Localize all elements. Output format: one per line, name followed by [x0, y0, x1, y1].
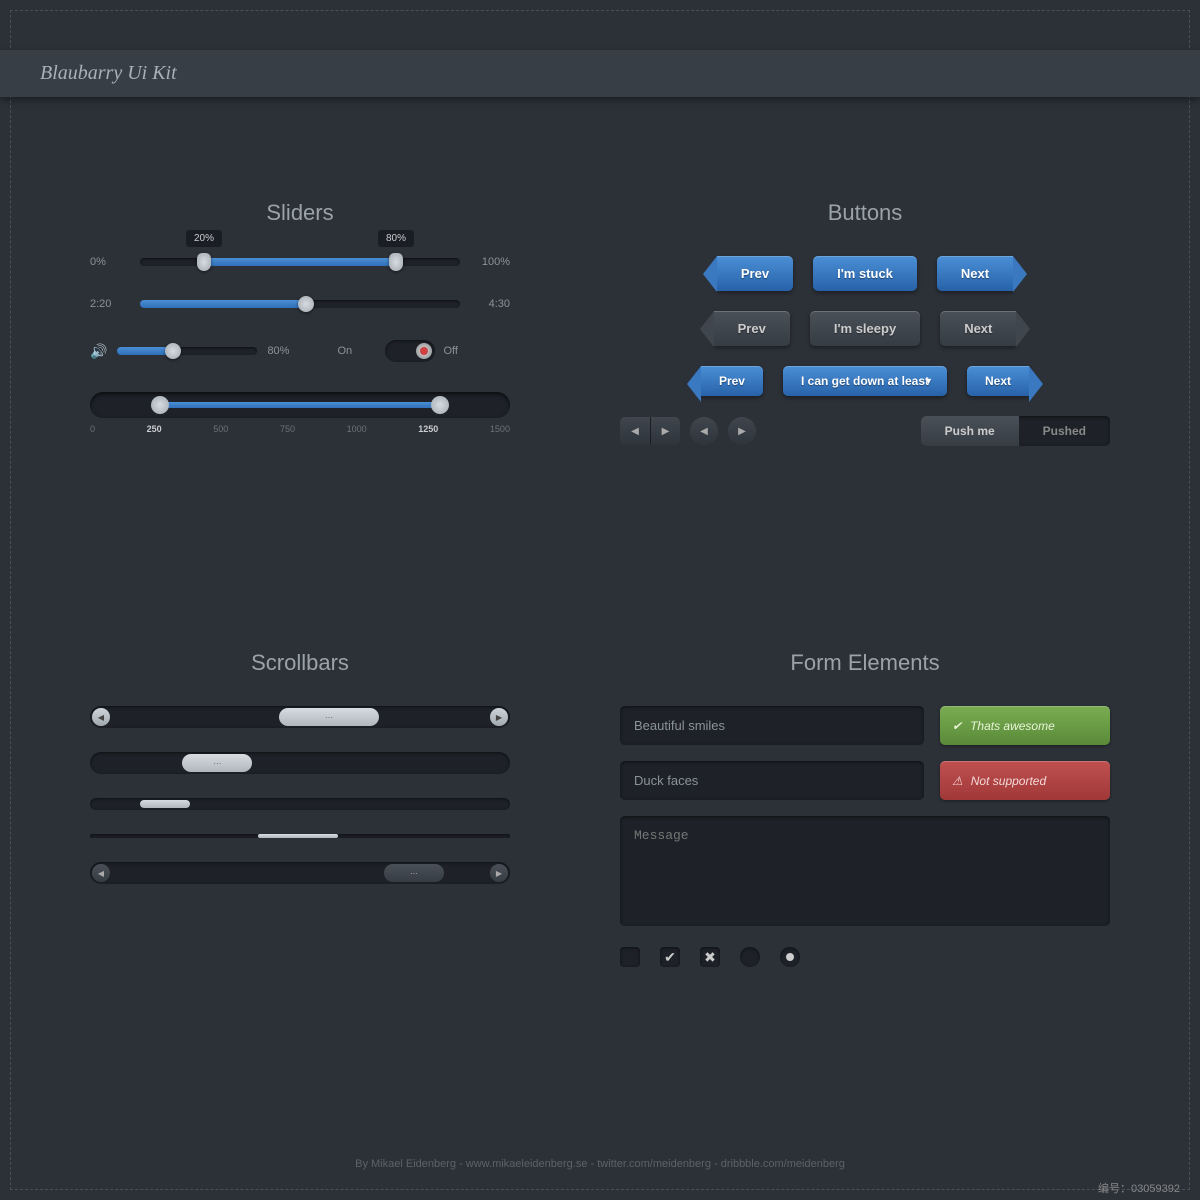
kit-title-banner: Blaubarry Ui Kit: [0, 50, 1200, 97]
radio-checked[interactable]: [780, 947, 800, 967]
sliders-heading: Sliders: [90, 200, 510, 226]
end-time: 4:30: [470, 298, 510, 310]
forms-section: Form Elements ✔ Thats awesome ⚠ Not supp…: [620, 650, 1110, 967]
buttons-section: Buttons Prev I'm stuck Next Prev I'm sle…: [620, 200, 1110, 446]
max-label: 100%: [470, 256, 510, 268]
progress-slider: 2:20 4:30: [90, 298, 510, 310]
volume-track[interactable]: [117, 347, 257, 355]
progress-track[interactable]: [140, 300, 460, 308]
scroll-right-icon[interactable]: ▶: [490, 864, 508, 882]
sliders-section: Sliders 0% 20% 80% 100% 2:20 4:30 🔊 80% …: [90, 200, 510, 434]
scroll-right-icon[interactable]: ▶: [490, 708, 508, 726]
scale-thumb-low[interactable]: [151, 396, 169, 414]
check-icon: ✔: [952, 719, 962, 733]
slider-thumb-low[interactable]: [197, 253, 211, 271]
buttons-heading: Buttons: [620, 200, 1110, 226]
credits-footer: By Mikael Eidenberg - www.mikaeleidenber…: [0, 1158, 1200, 1170]
dropdown-button[interactable]: I can get down at least: [783, 366, 947, 396]
prev-button-small[interactable]: Prev: [701, 366, 763, 396]
push-me-button[interactable]: Push me: [921, 416, 1019, 446]
prev-button-grey[interactable]: Prev: [714, 311, 790, 346]
meta-id: 03059392: [1131, 1183, 1180, 1195]
next-button-blue[interactable]: Next: [937, 256, 1013, 291]
scale-slider[interactable]: [90, 392, 510, 418]
scale-thumb-high[interactable]: [431, 396, 449, 414]
range-slider-percent: 0% 20% 80% 100%: [90, 256, 510, 268]
progress-thumb[interactable]: [298, 296, 314, 312]
scrollbar-3[interactable]: [90, 798, 510, 810]
slider-tooltip-high: 80%: [378, 230, 414, 247]
kit-title: Blaubarry Ui Kit: [40, 62, 177, 84]
slider-track[interactable]: 20% 80%: [140, 258, 460, 266]
nav-next-icon[interactable]: ▶: [650, 417, 680, 445]
meta-footer: 编号：03059392: [0, 1180, 1200, 1196]
scrollbar-thumb[interactable]: ⋯: [279, 708, 379, 726]
status-error: ⚠ Not supported: [940, 761, 1110, 800]
input-smiles[interactable]: [620, 706, 924, 745]
checkbox-cross[interactable]: ✖: [700, 947, 720, 967]
nav-row: ◀ ▶ ◀ ▶ Push me Pushed: [620, 416, 1110, 446]
scrollbar-1[interactable]: ◀ ⋯ ▶: [90, 706, 510, 728]
message-textarea[interactable]: [620, 816, 1110, 926]
volume-row: 🔊 80% On Off: [90, 340, 510, 362]
toggle-on-label: On: [337, 345, 377, 357]
status-text: Not supported: [971, 774, 1046, 788]
toggle-knob: [416, 343, 432, 359]
scrollbar-thumb[interactable]: [258, 834, 338, 838]
status-success: ✔ Thats awesome: [940, 706, 1110, 745]
scale-ticks: 0 250 500 750 1000 1250 1500: [90, 424, 510, 434]
warning-icon: ⚠: [952, 774, 963, 788]
checkbox-checked[interactable]: ✔: [660, 947, 680, 967]
next-button-grey[interactable]: Next: [940, 311, 1016, 346]
min-label: 0%: [90, 256, 130, 268]
scrollbar-thumb[interactable]: ⋯: [182, 754, 252, 772]
input-duck[interactable]: [620, 761, 924, 800]
scroll-left-icon[interactable]: ◀: [92, 864, 110, 882]
nav-prev-circle-icon[interactable]: ◀: [690, 417, 718, 445]
stuck-button[interactable]: I'm stuck: [813, 256, 917, 291]
prev-button-blue[interactable]: Prev: [717, 256, 793, 291]
nav-next-circle-icon[interactable]: ▶: [728, 417, 756, 445]
forms-heading: Form Elements: [620, 650, 1110, 676]
scrollbar-4[interactable]: [90, 834, 510, 838]
scrollbar-5[interactable]: ◀ ⋯ ▶: [90, 862, 510, 884]
toggle-button-group: Push me Pushed: [921, 416, 1110, 446]
scroll-left-icon[interactable]: ◀: [92, 708, 110, 726]
status-text: Thats awesome: [970, 719, 1055, 733]
stitch-border: [10, 10, 1190, 1190]
volume-thumb[interactable]: [165, 343, 181, 359]
scrollbars-heading: Scrollbars: [90, 650, 510, 676]
nav-pair-square: ◀ ▶: [620, 417, 680, 445]
slider-thumb-high[interactable]: [389, 253, 403, 271]
pushed-button[interactable]: Pushed: [1019, 416, 1110, 446]
sleepy-button[interactable]: I'm sleepy: [810, 311, 920, 346]
scrollbar-2[interactable]: ⋯: [90, 752, 510, 774]
scrollbars-section: Scrollbars ◀ ⋯ ▶ ⋯ ◀ ⋯ ▶: [90, 650, 510, 908]
slider-tooltip-low: 20%: [186, 230, 222, 247]
scrollbar-thumb[interactable]: [140, 800, 190, 808]
toggle-off-label: Off: [443, 345, 483, 357]
start-time: 2:20: [90, 298, 130, 310]
next-button-small[interactable]: Next: [967, 366, 1029, 396]
volume-value: 80%: [267, 345, 307, 357]
scrollbar-thumb[interactable]: ⋯: [384, 864, 444, 882]
radio-empty[interactable]: [740, 947, 760, 967]
nav-prev-icon[interactable]: ◀: [620, 417, 650, 445]
toggle-switch[interactable]: [385, 340, 435, 362]
speaker-icon: 🔊: [90, 343, 107, 360]
checkbox-empty[interactable]: [620, 947, 640, 967]
meta-id-label: 编号：: [1098, 1183, 1131, 1195]
scale-slider-wrap: 0 250 500 750 1000 1250 1500: [90, 392, 510, 434]
